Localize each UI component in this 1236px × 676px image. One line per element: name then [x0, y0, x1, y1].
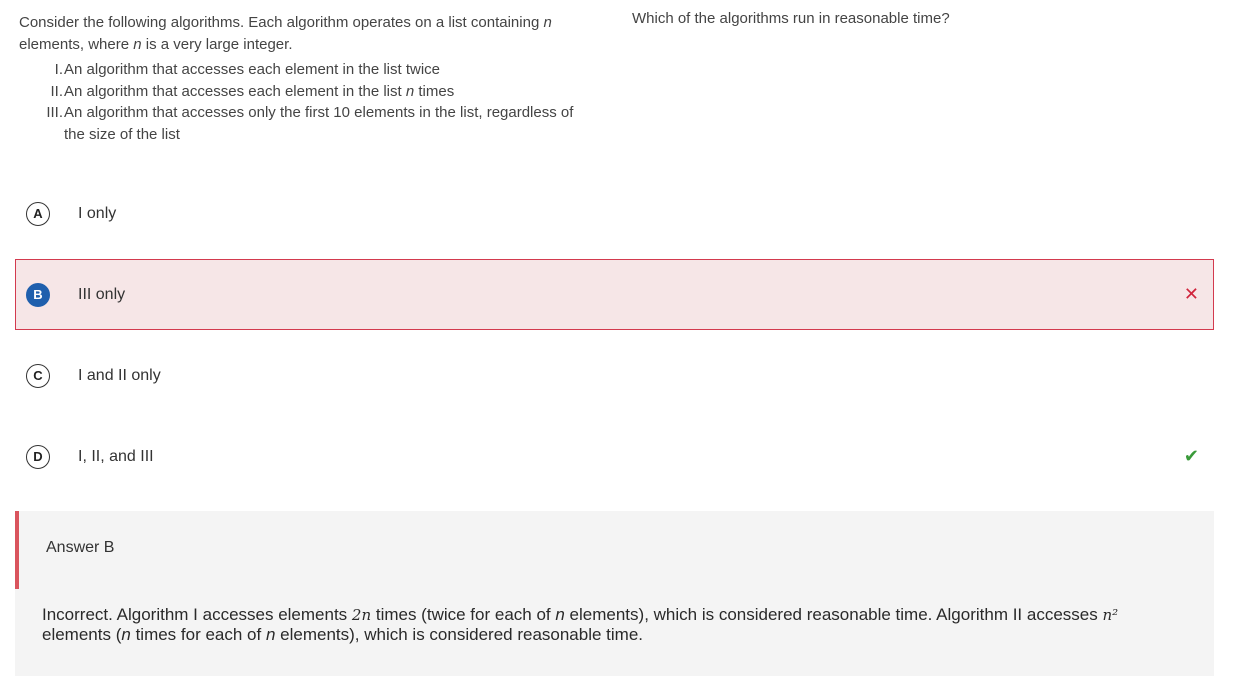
item-text: An algorithm that accesses each element …: [64, 81, 584, 103]
stimulus-intro: Consider the following algorithms. Each …: [19, 12, 599, 56]
correct-check-icon: ✔: [1183, 446, 1199, 466]
intro-text: elements, where: [19, 36, 134, 53]
question-page: Consider the following algorithms. Each …: [0, 0, 1236, 676]
item-number: I.: [54, 61, 63, 78]
explanation-accent-bar: [15, 511, 19, 589]
intro-text: Consider the following algorithms. Each …: [19, 14, 544, 31]
explanation-panel: Answer B Incorrect. Algorithm I accesses…: [15, 511, 1214, 676]
rationale-part: elements), which is considered reasonabl…: [275, 625, 644, 644]
choice-label: III only: [78, 285, 126, 303]
rationale-part: elements (: [42, 625, 122, 644]
algorithm-item-3: III. An algorithm that accesses only the…: [43, 102, 599, 145]
answer-label: Answer B: [46, 539, 115, 556]
rationale-part: elements), which is considered reasonabl…: [564, 605, 1103, 624]
rationale-part: times for each of: [130, 625, 266, 644]
math-expression: n²: [1102, 606, 1119, 624]
item-text-part: times: [414, 82, 455, 100]
item-text: An algorithm that accesses only the firs…: [64, 104, 574, 143]
algorithm-list: I. An algorithm that accesses each eleme…: [19, 59, 599, 145]
variable-n: n: [121, 625, 131, 644]
variable-n: n: [405, 82, 415, 100]
algorithm-item-2: II. An algorithm that accesses each elem…: [43, 81, 599, 103]
choice-a[interactable]: A I only: [15, 178, 1214, 249]
item-text: An algorithm that accesses each element …: [64, 61, 441, 78]
choice-letter-badge: B: [26, 282, 50, 307]
choice-letter-badge: A: [26, 201, 50, 226]
choice-c[interactable]: C I and II only: [15, 340, 1214, 411]
incorrect-x-icon: ✕: [1183, 284, 1199, 304]
variable-n: n: [133, 36, 142, 53]
rationale-part: times (twice for each of: [371, 605, 556, 624]
choice-letter-badge: C: [26, 363, 50, 388]
algorithm-item-1: I. An algorithm that accesses each eleme…: [43, 59, 599, 81]
variable-n: n: [543, 14, 552, 31]
choice-label: I, II, and III: [78, 447, 154, 465]
choice-d[interactable]: D I, II, and III ✔: [15, 421, 1214, 492]
variable-n: n: [555, 605, 565, 624]
choice-b[interactable]: B III only ✕: [15, 259, 1214, 330]
rationale-text: Incorrect. Algorithm I accesses elements…: [42, 605, 1182, 645]
math-expression: 2n: [351, 606, 372, 624]
choice-label: I and II only: [78, 366, 161, 384]
question-stem: Which of the algorithms run in reasonabl…: [632, 10, 950, 27]
choice-label: I only: [78, 204, 117, 222]
rationale-part: Incorrect. Algorithm I accesses elements: [42, 605, 352, 624]
item-number: III.: [46, 104, 63, 121]
choice-letter-badge: D: [26, 444, 50, 469]
item-text-part: An algorithm that accesses each element …: [64, 82, 406, 100]
intro-text: is a very large integer.: [141, 36, 293, 53]
stimulus-passage: Consider the following algorithms. Each …: [19, 12, 599, 145]
item-number: II.: [50, 82, 63, 100]
